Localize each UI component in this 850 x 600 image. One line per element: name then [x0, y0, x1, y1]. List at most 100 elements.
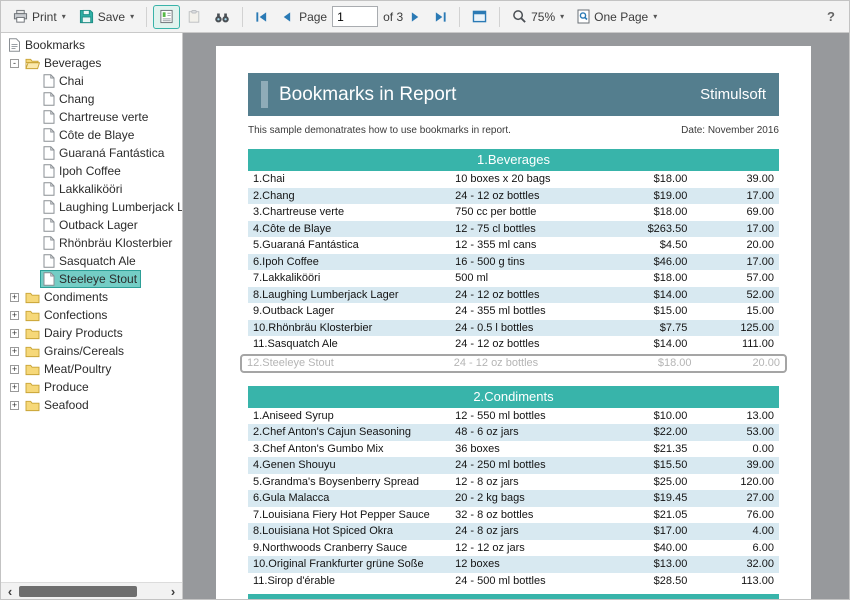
section-header: 1.Beverages — [248, 149, 779, 171]
report-row: 4.Côte de Blaye12 - 75 cl bottles$263.50… — [248, 221, 779, 238]
bookmark-label: Condiments — [44, 290, 108, 304]
bookmark-leaf-item[interactable]: Chartreuse verte — [4, 108, 182, 126]
expand-toggle-icon[interactable]: + — [10, 365, 19, 374]
bookmark-label: Beverages — [44, 56, 101, 70]
bookmark-leaf-item[interactable]: Ipoh Coffee — [4, 162, 182, 180]
bookmark-label: Meat/Poultry — [44, 362, 111, 376]
cell-price: $15.00 — [614, 303, 699, 320]
cell-name: 8.Laughing Lumberjack Lager — [248, 287, 455, 304]
bookmark-leaf-content: Sasquatch Ale — [41, 253, 139, 269]
help-button[interactable]: ? — [819, 9, 843, 24]
cell-price: $18.00 — [614, 270, 699, 287]
find-button[interactable] — [208, 5, 236, 29]
last-page-button[interactable] — [428, 5, 453, 29]
bookmark-label: Lakkalikööri — [59, 182, 122, 196]
bookmark-label: Confections — [44, 308, 107, 322]
bookmark-leaf-item[interactable]: Guaraná Fantástica — [4, 144, 182, 162]
cell-stock: 4.00 — [699, 523, 779, 540]
view-mode-button[interactable]: One Page ▾ — [571, 5, 663, 29]
expand-toggle-icon[interactable]: + — [10, 383, 19, 392]
report-sections: 1.Beverages1.Chai10 boxes x 20 bags$18.0… — [248, 149, 779, 589]
report-row: 9.Northwoods Cranberry Sauce12 - 12 oz j… — [248, 540, 779, 557]
folder-icon — [25, 309, 40, 322]
save-button[interactable]: Save ▾ — [73, 5, 140, 29]
expand-toggle-icon[interactable]: + — [10, 401, 19, 410]
bookmark-folder-item[interactable]: - Beverages — [4, 54, 182, 72]
bookmark-leaf-item[interactable]: Lakkalikööri — [4, 180, 182, 198]
bookmark-folder-item[interactable]: + Condiments — [4, 288, 182, 306]
expand-toggle-icon[interactable]: + — [10, 329, 19, 338]
bookmark-leaf-item[interactable]: Rhönbräu Klosterbier — [4, 234, 182, 252]
expand-toggle-icon[interactable]: + — [10, 347, 19, 356]
cell-name: 12.Steeleye Stout — [242, 356, 454, 371]
expand-toggle-icon[interactable]: + — [10, 311, 19, 320]
chevron-down-icon: ▾ — [130, 12, 134, 21]
expand-toggle-icon[interactable]: + — [10, 293, 19, 302]
full-screen-button[interactable] — [466, 5, 493, 29]
scrollbar-thumb[interactable] — [19, 586, 137, 597]
report-row: 7.Louisiana Fiery Hot Pepper Sauce32 - 8… — [248, 507, 779, 524]
bookmark-label: Sasquatch Ale — [59, 254, 136, 268]
bookmark-leaf-item-selected[interactable]: Steeleye Stout — [4, 270, 182, 288]
bookmark-leaf-item[interactable]: Outback Lager — [4, 216, 182, 234]
cell-price: $19.45 — [614, 490, 699, 507]
collapse-toggle-icon[interactable]: - — [10, 59, 19, 68]
cell-price: $263.50 — [614, 221, 699, 238]
cell-quantity: 12 - 355 ml cans — [455, 237, 614, 254]
print-button[interactable]: Print ▾ — [7, 5, 72, 29]
bookmark-folder-item[interactable]: + Meat/Poultry — [4, 360, 182, 378]
cell-price: $25.00 — [614, 474, 699, 491]
cell-stock: 17.00 — [699, 188, 779, 205]
bookmark-label: Chai — [59, 74, 84, 88]
bookmark-leaf-item[interactable]: Côte de Blaye — [4, 126, 182, 144]
cell-quantity: 24 - 12 oz bottles — [455, 287, 614, 304]
toolbar-separator — [242, 7, 243, 27]
scrollbar-right-arrow-icon[interactable]: › — [166, 584, 180, 599]
next-page-button[interactable] — [404, 5, 427, 29]
bookmark-folder-item[interactable]: +Dairy Products — [4, 324, 182, 342]
cell-name: 1.Aniseed Syrup — [248, 408, 455, 425]
report-row: 8.Louisiana Hot Spiced Okra24 - 8 oz jar… — [248, 523, 779, 540]
bookmark-leaf-content: Ipoh Coffee — [41, 163, 124, 179]
cell-price: $7.75 — [614, 320, 699, 337]
bookmark-leaf-content: Lakkalikööri — [41, 181, 125, 197]
report-row: 1.Chai10 boxes x 20 bags$18.0039.00 — [248, 171, 779, 188]
folder-icon — [25, 57, 40, 70]
cell-price: $40.00 — [614, 540, 699, 557]
bookmark-leaf-item[interactable]: Sasquatch Ale — [4, 252, 182, 270]
bookmark-leaf-item[interactable]: Chang — [4, 90, 182, 108]
bookmark-folder-item[interactable]: +Produce — [4, 378, 182, 396]
cell-price: $19.00 — [614, 188, 699, 205]
view-mode-label: One Page — [594, 10, 648, 24]
cell-quantity: 24 - 355 ml bottles — [455, 303, 614, 320]
bookmark-folder-item[interactable]: +Grains/Cereals — [4, 342, 182, 360]
page-label: Page — [299, 10, 327, 24]
cell-name: 10.Original Frankfurter grüne Soße — [248, 556, 455, 573]
horizontal-scrollbar[interactable]: ‹ › — [1, 582, 182, 599]
bookmark-leaf-item[interactable]: Laughing Lumberjack Lager — [4, 198, 182, 216]
bookmark-root-item[interactable]: Bookmarks — [4, 36, 182, 54]
bookmark-folder-item[interactable]: + Confections — [4, 306, 182, 324]
previous-page-button[interactable] — [275, 5, 298, 29]
bookmarks-toggle-button[interactable] — [153, 5, 180, 29]
cell-quantity: 750 cc per bottle — [455, 204, 614, 221]
report-page: Bookmarks in Report Stimulsoft This samp… — [216, 46, 811, 599]
one-page-icon — [577, 9, 590, 24]
parameters-button[interactable] — [181, 5, 207, 29]
first-page-button[interactable] — [249, 5, 274, 29]
report-row: 10.Rhönbräu Klosterbier24 - 0.5 l bottle… — [248, 320, 779, 337]
bookmark-label: Chang — [59, 92, 94, 106]
cell-quantity: 48 - 6 oz jars — [455, 424, 614, 441]
zoom-button[interactable]: 75% ▾ — [506, 5, 570, 29]
report-row: 7.Lakkalikööri500 ml$18.0057.00 — [248, 270, 779, 287]
toolbar: Print ▾ Save ▾ Page of 3 — [1, 1, 849, 33]
bookmark-folder-item[interactable]: +Seafood — [4, 396, 182, 414]
cell-stock: 39.00 — [699, 171, 779, 188]
cell-stock: 6.00 — [699, 540, 779, 557]
scrollbar-left-arrow-icon[interactable]: ‹ — [3, 584, 17, 599]
bookmark-label: Côte de Blaye — [59, 128, 134, 142]
bookmark-leaf-item[interactable]: Chai — [4, 72, 182, 90]
page-number-input[interactable] — [332, 6, 378, 27]
cell-price: $18.00 — [614, 204, 699, 221]
report-row-highlighted: 12.Steeleye Stout24 - 12 oz bottles$18.0… — [240, 354, 787, 373]
